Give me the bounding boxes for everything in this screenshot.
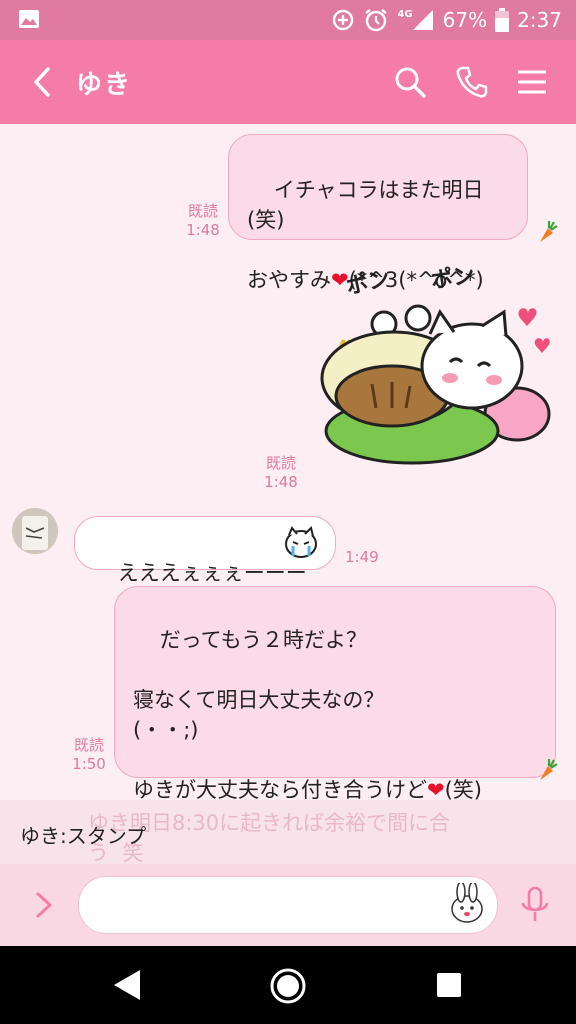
nav-recents-icon[interactable] bbox=[436, 972, 462, 998]
crying-emoji-icon bbox=[285, 526, 317, 558]
nav-back-icon[interactable] bbox=[112, 968, 144, 1002]
message-text: だってもう２時だよ？ 寝なくて明日大丈夫なの？ (・・;) ゆきが大丈夫なら付き… bbox=[133, 628, 482, 802]
preview-sender-label: ゆき:スタンプ bbox=[20, 824, 147, 848]
carrot-icon bbox=[540, 759, 558, 780]
expand-icon[interactable] bbox=[28, 890, 58, 920]
message-bubble-outgoing[interactable]: だってもう２時だよ？ 寝なくて明日大丈夫なの？ (・・;) ゆきが大丈夫なら付き… bbox=[114, 586, 556, 802]
back-icon[interactable] bbox=[28, 64, 58, 100]
status-bar: 4G 67% 2:37 bbox=[0, 0, 576, 40]
contact-name[interactable]: ゆき bbox=[76, 64, 132, 101]
clock: 2:37 bbox=[517, 8, 562, 32]
chat-area[interactable]: 既読 1:48 イチャコラはまた明日(笑) おやすみ❤(*^3(*^o^*) 既読… bbox=[0, 124, 576, 864]
sleeping-cat-sticker[interactable]: ポン ポン bbox=[312, 266, 562, 484]
signal-icon bbox=[412, 10, 433, 30]
menu-icon[interactable] bbox=[514, 64, 550, 100]
read-receipt: 既読 1:48 bbox=[186, 202, 220, 239]
avatar[interactable] bbox=[12, 508, 58, 554]
battery-percent: 67% bbox=[442, 8, 488, 32]
new-message-preview[interactable]: ゆき明日8:30に起きれば余裕で間に合 う 笑 ゆき:スタンプ bbox=[0, 800, 576, 866]
system-nav-bar bbox=[0, 946, 576, 1024]
search-icon[interactable] bbox=[392, 64, 428, 100]
sticker-icon[interactable] bbox=[445, 883, 489, 927]
carrot-icon bbox=[540, 221, 558, 242]
message-input[interactable] bbox=[78, 876, 498, 934]
message-bubble-outgoing[interactable]: イチャコラはまた明日(笑) おやすみ❤(*^3(*^o^*) bbox=[228, 134, 528, 292]
phone-icon[interactable] bbox=[454, 64, 490, 100]
alarm-icon bbox=[365, 9, 388, 32]
data-saver-icon bbox=[333, 9, 354, 31]
nav-home-icon[interactable] bbox=[268, 966, 308, 1006]
sticker-text: ポン bbox=[344, 266, 392, 300]
read-receipt: 既読 1:50 bbox=[72, 736, 106, 773]
microphone-icon[interactable] bbox=[520, 886, 550, 924]
input-bar bbox=[0, 864, 576, 946]
read-receipt: 既読 1:48 bbox=[264, 454, 298, 491]
chat-header: ゆき bbox=[0, 40, 576, 124]
image-notification-icon bbox=[19, 10, 39, 28]
sticker-text: ポン bbox=[429, 266, 476, 294]
message-text: えええぇぇぇーーー bbox=[117, 561, 307, 585]
message-time: 1:49 bbox=[345, 548, 379, 566]
battery-icon bbox=[495, 8, 510, 32]
message-bubble-incoming[interactable]: えええぇぇぇーーー bbox=[74, 516, 336, 585]
